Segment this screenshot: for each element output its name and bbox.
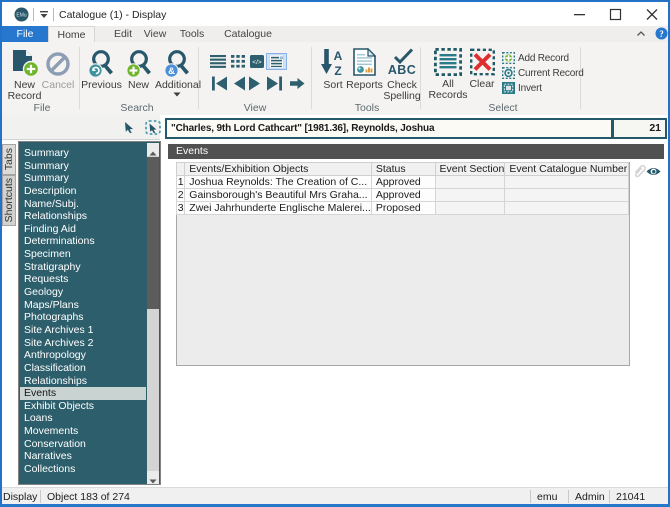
- svg-text:</>: </>: [252, 59, 262, 66]
- svg-text:EMu: EMu: [16, 13, 27, 19]
- svg-text:Z: Z: [334, 64, 341, 77]
- svg-text:?: ?: [659, 29, 664, 39]
- svg-text:ABC: ABC: [388, 63, 416, 76]
- svg-text:A: A: [334, 49, 343, 63]
- svg-text:&: &: [168, 66, 175, 77]
